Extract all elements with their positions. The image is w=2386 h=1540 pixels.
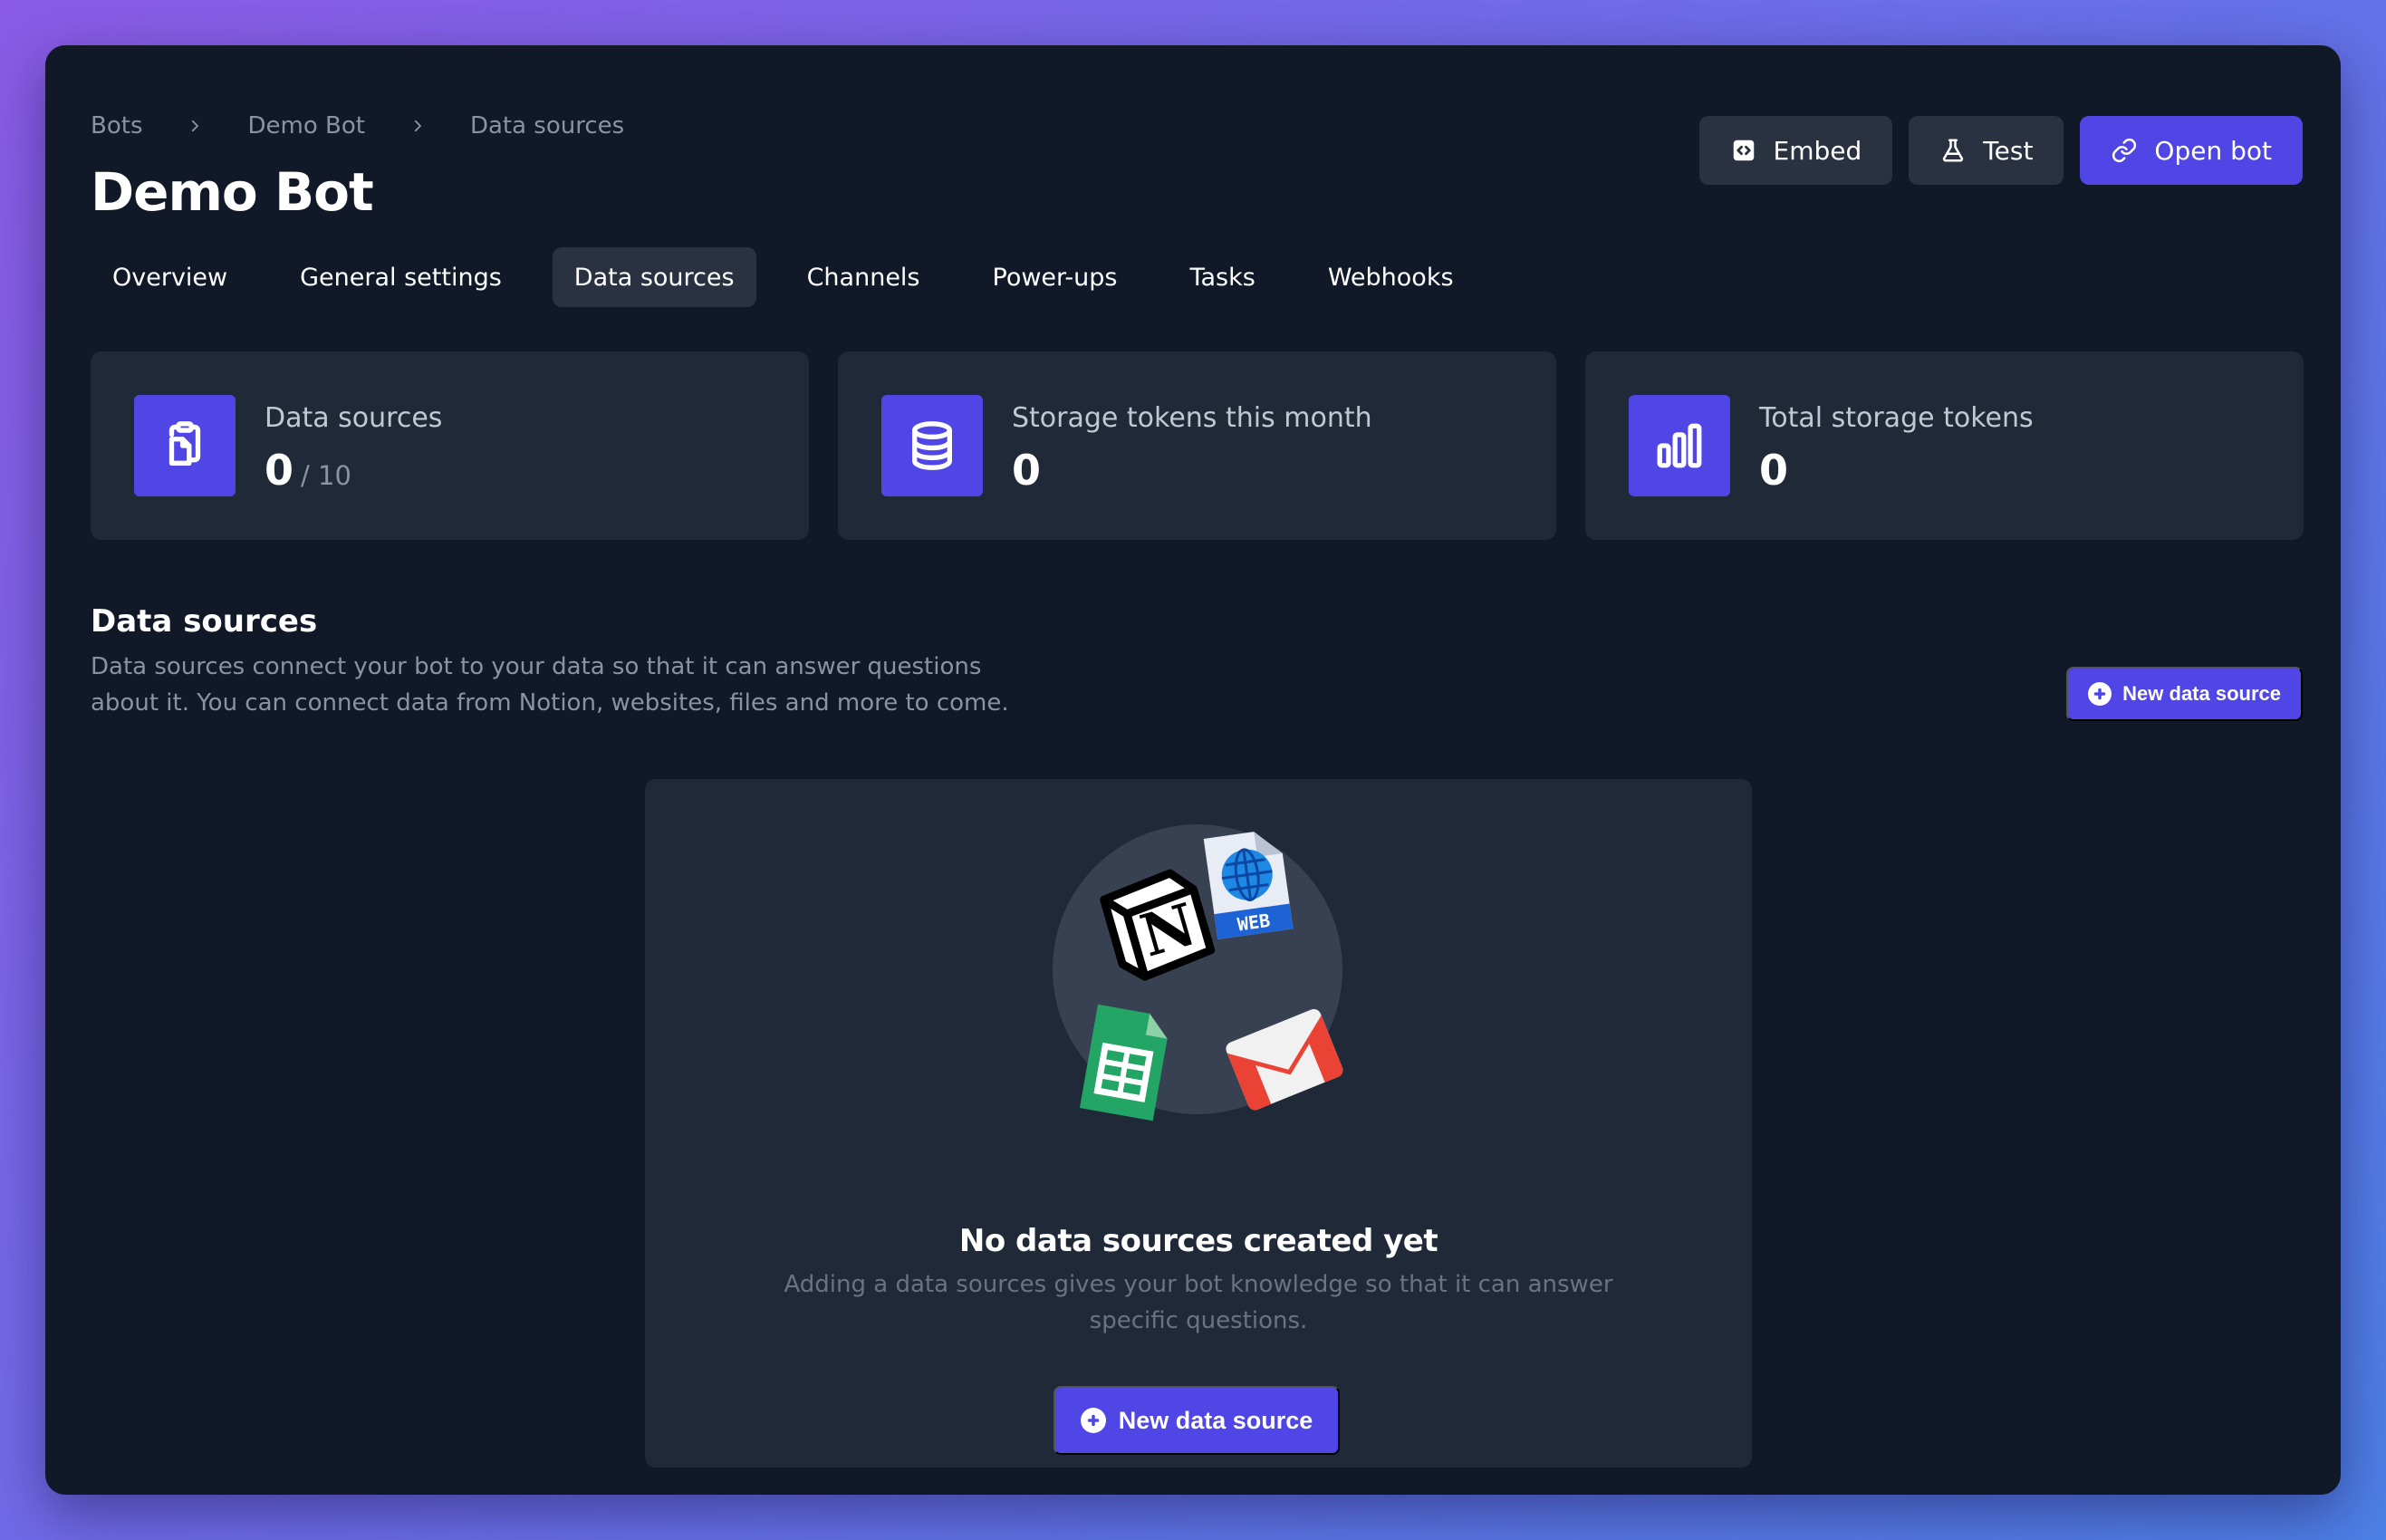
app-window: Bots Demo Bot Data sources Demo Bot Embe… [45, 45, 2341, 1495]
stat-value: 0 [1012, 446, 1042, 495]
bar-chart-icon [1629, 395, 1730, 496]
tab-bar: Overview General settings Data sources C… [91, 247, 1476, 307]
test-button-label: Test [1983, 135, 2034, 166]
page-title: Demo Bot [91, 161, 374, 223]
database-icon [881, 395, 983, 496]
breadcrumb-data-sources[interactable]: Data sources [470, 112, 624, 140]
data-sources-illustration: N WEB [1053, 824, 1343, 1121]
empty-state-title: No data sources created yet [958, 1223, 1438, 1259]
clipboard-icon [134, 395, 236, 496]
section-description: Data sources connect your bot to your da… [91, 653, 1009, 717]
stat-label: Storage tokens this month [1012, 402, 1372, 434]
chevron-right-icon [405, 113, 430, 139]
stat-label: Data sources [265, 402, 443, 434]
stat-card-data-sources: Data sources 0/ 10 [91, 351, 809, 540]
empty-new-data-source-button[interactable]: New data source [1053, 1386, 1340, 1455]
link-icon [2112, 138, 2137, 163]
tab-channels[interactable]: Channels [785, 247, 942, 307]
stat-card-total-storage: Total storage tokens 0 [1585, 351, 2304, 540]
stat-value: 0/ 10 [265, 446, 351, 495]
new-data-source-button[interactable]: New data source [2066, 667, 2303, 721]
stats-row: Data sources 0/ 10 Storage tokens this m… [91, 351, 2304, 540]
tab-data-sources[interactable]: Data sources [552, 247, 756, 307]
embed-button[interactable]: Embed [1698, 116, 1893, 185]
code-icon [1733, 140, 1754, 161]
stat-label: Total storage tokens [1759, 402, 2034, 434]
plus-circle-icon [2088, 682, 2112, 706]
tab-tasks[interactable]: Tasks [1168, 247, 1276, 307]
tab-power-ups[interactable]: Power-ups [971, 247, 1140, 307]
breadcrumb-bots[interactable]: Bots [91, 112, 142, 140]
embed-button-label: Embed [1773, 135, 1862, 166]
chevron-right-icon [182, 113, 207, 139]
stat-limit: / 10 [301, 460, 351, 491]
empty-state-description: Adding a data sources gives your bot kno… [784, 1271, 1613, 1334]
section-title: Data sources [91, 603, 318, 640]
tab-general-settings[interactable]: General settings [278, 247, 524, 307]
tab-overview[interactable]: Overview [91, 247, 249, 307]
test-button[interactable]: Test [1909, 116, 2064, 185]
open-bot-button-label: Open bot [2154, 135, 2272, 166]
header-actions: Embed Test Open bot [1698, 116, 2303, 185]
breadcrumb: Bots Demo Bot Data sources [91, 112, 624, 140]
open-bot-button[interactable]: Open bot [2080, 116, 2303, 185]
stat-number: 0 [265, 446, 294, 495]
empty-state: N WEB No data sources created yet Adding… [645, 779, 1752, 1468]
stat-value: 0 [1759, 446, 1789, 495]
breadcrumb-demo-bot[interactable]: Demo Bot [247, 112, 364, 140]
stat-card-storage-month: Storage tokens this month 0 [838, 351, 1556, 540]
tab-webhooks[interactable]: Webhooks [1306, 247, 1476, 307]
new-data-source-label: New data source [2122, 682, 2281, 705]
flask-icon [1943, 139, 1964, 162]
empty-new-data-source-label: New data source [1118, 1406, 1313, 1434]
web-file-icon: WEB [1203, 832, 1294, 939]
plus-circle-icon [1080, 1408, 1106, 1433]
svg-text:WEB: WEB [1236, 910, 1272, 936]
